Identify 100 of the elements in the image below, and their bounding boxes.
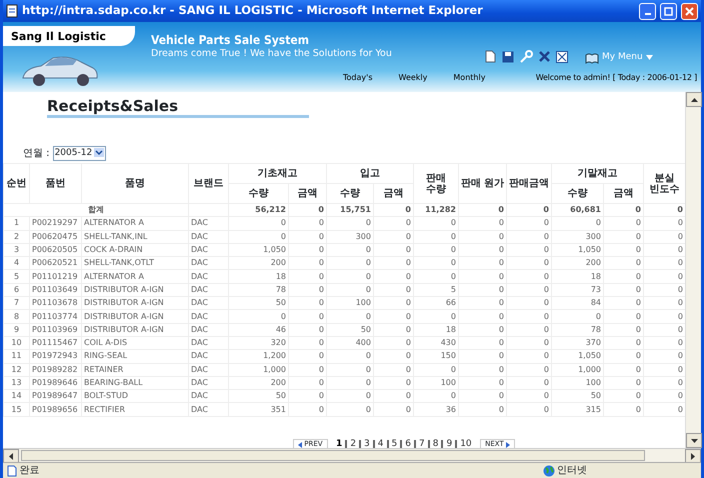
close-button[interactable] [681,2,698,20]
table-cell: BOLT-STUD [82,390,188,403]
table-cell: SHELL-TANK,INL [82,230,188,244]
table-cell: SHELL-TANK,OTLT [82,256,188,270]
table-cell: DAC [188,243,228,257]
nav-link[interactable]: Today's [343,72,373,84]
status-text: 완료 [20,464,40,478]
scroll-left-icon[interactable] [9,453,13,460]
table-cell: 60,681 [552,204,604,217]
table-cell: P01103774 [30,310,82,324]
table-cell: 18 [414,323,458,336]
table-cell: 0 [374,204,414,217]
nav-link[interactable]: Monthly [453,72,486,84]
table-cell: 0 [326,270,374,284]
table-cell: P00620521 [30,256,82,270]
table-cell: DAC [188,402,228,416]
table-cell: 100 [414,376,458,390]
table-cell: 0 [506,390,552,403]
table-cell: P00219297 [30,216,82,230]
table-cell: 0 [374,310,414,324]
table-cell: P01989656 [30,402,82,416]
right-arrow-icon [506,442,510,448]
table-cell: 0 [458,323,506,336]
table-cell: 0 [506,363,552,376]
table-cell: 0 [288,350,326,364]
book-icon [585,52,599,64]
table-cell: 430 [414,336,458,350]
welcome-text: Welcome to admin! [ Today : 2006-01-12 ] [536,72,697,84]
minimize-button[interactable] [639,2,656,20]
x-icon[interactable] [539,51,550,62]
scroll-down-icon[interactable] [690,438,698,442]
table-cell: DAC [188,350,228,364]
table-cell: 0 [458,230,506,244]
month-dropdown[interactable]: 2005-12 [52,146,106,161]
maximize-button[interactable] [660,2,677,20]
table-cell: 5 [4,270,30,284]
table-cell: 0 [374,216,414,230]
table-cell: 0 [374,243,414,257]
table-cell: 73 [552,283,604,297]
table-cell: 12 [4,363,30,376]
table-cell: 0 [326,216,374,230]
scroll-right-icon[interactable] [691,453,695,460]
column-header: 품번 [30,164,82,204]
system-title: Vehicle Parts Sale System [151,32,309,48]
table-cell: 3 [4,243,30,257]
table-cell: 0 [604,216,644,230]
table-cell: 100 [552,376,604,390]
table-cell: 1,050 [228,243,288,257]
scrollbar-thumb[interactable] [21,450,645,461]
table-cell: P01103678 [30,296,82,310]
document-icon[interactable] [485,50,496,63]
table-cell: ALTERNATOR A [82,216,188,230]
nav-link[interactable]: Weekly [398,72,428,84]
table-cell: 0 [458,216,506,230]
table-cell: 0 [604,204,644,217]
table-cell: 0 [374,336,414,350]
caret-icon [646,55,653,60]
spreadsheet-icon[interactable] [556,50,568,62]
table-cell: 0 [458,350,506,364]
table-cell: RING-SEAL [82,350,188,364]
table-cell: DISTRIBUTOR A-IGN [82,323,188,336]
table-cell: 0 [506,204,552,217]
table-cell: 1,200 [228,350,288,364]
table-cell: 2 [4,230,30,244]
table-cell: 0 [374,230,414,244]
table-cell: 0 [326,402,374,416]
table-cell: 0 [326,256,374,270]
table-cell: 50 [228,390,288,403]
table-cell: 56,212 [228,204,288,217]
table-cell: ALTERNATOR A [82,270,188,284]
table-cell: P00620475 [30,230,82,244]
table-cell: 0 [458,296,506,310]
column-header: 판매 수량 [414,164,458,204]
table-cell: 0 [414,230,458,244]
table-cell: DAC [188,256,228,270]
table-cell: 0 [458,256,506,270]
save-icon[interactable] [502,50,514,62]
table-cell: 0 [228,310,288,324]
column-header: 판매 원가 [458,164,506,204]
page-link[interactable]: 1 [333,440,346,448]
table-cell: 1 [4,216,30,230]
table-cell: 1,000 [228,363,288,376]
scroll-up-icon[interactable] [690,98,698,102]
table-cell: 11,282 [414,204,458,217]
vertical-scrollbar[interactable] [685,92,701,448]
table-cell: 0 [506,323,552,336]
maximize-icon [664,6,673,16]
table-cell: 150 [414,350,458,364]
table-cell: 0 [414,390,458,403]
table-cell: 0 [458,402,506,416]
table-cell: 0 [288,323,326,336]
table-cell: DAC [188,310,228,324]
column-header: 순번 [4,164,30,204]
table-cell: DAC [188,296,228,310]
filter-label: 연월 : [23,146,50,161]
globe-icon [542,464,554,476]
table-cell: 0 [506,336,552,350]
table-cell: 50 [552,390,604,403]
table-cell: 0 [604,270,644,284]
table-cell: 0 [604,256,644,270]
